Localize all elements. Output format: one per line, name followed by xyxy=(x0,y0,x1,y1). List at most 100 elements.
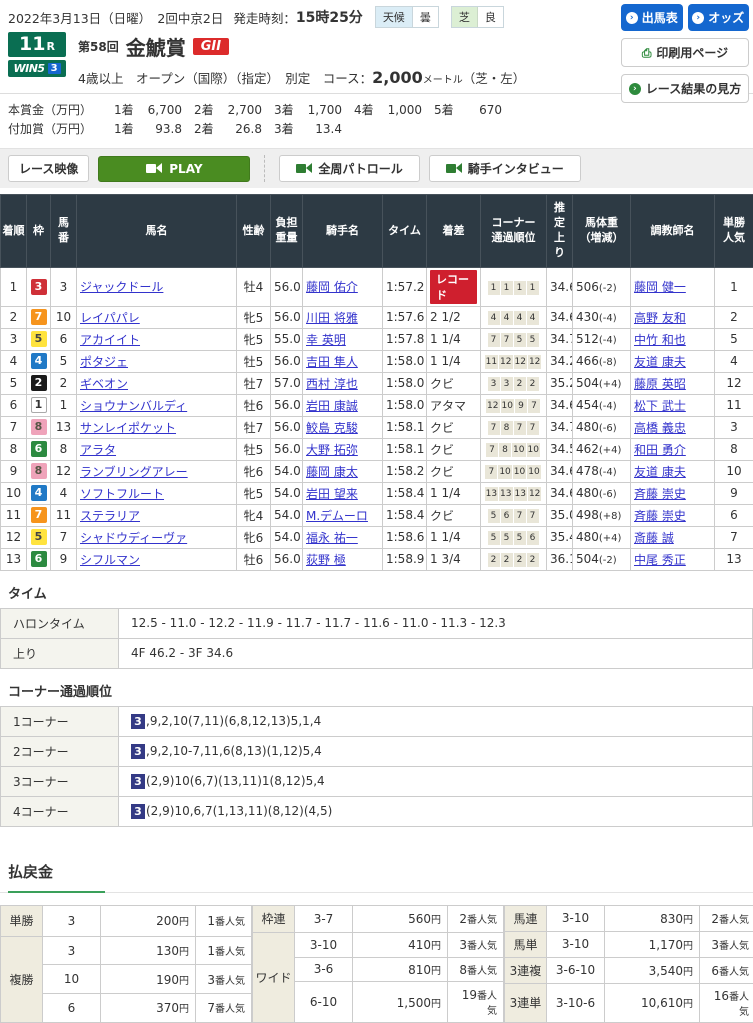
yen-suffix: 円 xyxy=(179,1004,189,1015)
horse-name-link[interactable]: ソフトフルート xyxy=(80,487,164,501)
video-bar: レース映像 PLAY 全周パトロール 騎手インタビュー xyxy=(0,148,753,188)
last-3f: 34.7 xyxy=(547,328,573,350)
race-number: 11 xyxy=(19,33,45,55)
jockey-link[interactable]: 大野 拓弥 xyxy=(306,443,358,457)
trainer-link[interactable]: 松下 武士 xyxy=(634,399,686,413)
payout-section-title: 払戻金 xyxy=(0,857,753,893)
carried-weight: 56.0 xyxy=(271,416,303,438)
yen-suffix: 円 xyxy=(179,976,189,987)
horse-name-link[interactable]: ジャックドール xyxy=(80,280,163,294)
horse-name-link[interactable]: シャドウディーヴァ xyxy=(80,531,187,545)
jockey-link[interactable]: 岩田 康誠 xyxy=(306,399,358,413)
trainer-link[interactable]: 斉藤 崇史 xyxy=(634,509,686,523)
jockey-link[interactable]: 岩田 望来 xyxy=(306,487,358,501)
jockey-link[interactable]: 西村 淳也 xyxy=(306,377,358,391)
payout-popularity: 6番人気 xyxy=(700,957,753,983)
horse-name-link[interactable]: ポタジェ xyxy=(80,355,128,369)
trainer-link[interactable]: 斎藤 誠 xyxy=(634,531,674,545)
trainer-link[interactable]: 斉藤 崇史 xyxy=(634,487,686,501)
horse-name-link[interactable]: アカイイト xyxy=(80,333,140,347)
odds-button[interactable]: オッズ xyxy=(688,4,750,31)
horse-name-link[interactable]: シフルマン xyxy=(80,553,140,567)
jockey-link[interactable]: M.デムーロ xyxy=(306,509,368,523)
prize-added-values: 1着93.82着26.83着13.4 xyxy=(102,120,342,139)
race-edition: 第58回 xyxy=(78,38,119,55)
corner-chip: 5 xyxy=(514,333,526,347)
results-column-header: 調教師名 xyxy=(631,195,715,267)
jockey-link[interactable]: 川田 将雅 xyxy=(306,311,358,325)
horse-number: 4 xyxy=(51,482,77,504)
jockey-link[interactable]: 藤岡 佑介 xyxy=(306,280,358,294)
corner-chip: 1 xyxy=(527,281,539,295)
trainer-link[interactable]: 藤原 英昭 xyxy=(634,377,686,391)
results-column-header: タイム xyxy=(383,195,427,267)
trainer-link[interactable]: 友道 康夫 xyxy=(634,465,686,479)
payout-popularity: 3番人気 xyxy=(448,932,504,957)
jockey-link[interactable]: 鮫島 克駿 xyxy=(306,421,358,435)
finish-time: 1:58.2 xyxy=(383,460,427,482)
result-row: 611ショウナンバルディ牡656.0岩田 康誠1:58.0アタマ12109734… xyxy=(1,394,753,416)
patrol-video-button[interactable]: 全周パトロール xyxy=(279,155,419,182)
corner-order-text: (2,9)10,6,7(1,13,11)(8,12)(4,5) xyxy=(146,804,332,818)
jockey-link[interactable]: 荻野 極 xyxy=(306,553,346,567)
trainer-link[interactable]: 友道 康夫 xyxy=(634,355,686,369)
bet-combination: 3 xyxy=(43,905,101,936)
last-3f: 35.0 xyxy=(547,504,573,526)
horse-name-link[interactable]: ショウナンバルディ xyxy=(80,399,187,413)
frame-cell: 3 xyxy=(27,267,51,306)
weather-value: 曇 xyxy=(413,7,438,27)
results-column-header: 馬体重 （増減） xyxy=(573,195,631,267)
trainer-link[interactable]: 高橋 義忠 xyxy=(634,421,686,435)
results-column-header: 着順 xyxy=(1,195,27,267)
corner-chip: 10 xyxy=(527,443,540,457)
trainer-cell: 藤岡 健一 xyxy=(631,267,715,306)
horse-name-link[interactable]: サンレイポケット xyxy=(80,421,176,435)
frame-cell: 2 xyxy=(27,372,51,394)
finish-time: 1:58.4 xyxy=(383,482,427,504)
prize-main-values: 1着6,7002着2,7003着1,7004着1,0005着670 xyxy=(102,101,502,120)
corner-chip: 6 xyxy=(527,531,539,545)
jockey-cell: 川田 将雅 xyxy=(303,306,383,328)
popularity-suffix: 番人気 xyxy=(467,941,497,952)
corner-positions: 13131312 xyxy=(481,482,547,504)
trainer-link[interactable]: 藤岡 健一 xyxy=(634,280,686,294)
finish-time: 1:57.8 xyxy=(383,328,427,350)
carried-weight: 55.0 xyxy=(271,328,303,350)
jockey-link[interactable]: 幸 英明 xyxy=(306,333,346,347)
results-header-row: 着順枠馬 番馬名性齢負担 重量騎手名タイム着差コーナー 通過順位推 定 上 り馬… xyxy=(1,195,753,267)
results-column-header: 馬 番 xyxy=(51,195,77,267)
jockey-interview-button[interactable]: 騎手インタビュー xyxy=(429,155,581,182)
play-button[interactable]: PLAY xyxy=(98,156,250,182)
horse-name-link[interactable]: レイパパレ xyxy=(80,311,140,325)
result-row: 1369シフルマン牡656.0荻野 極1:58.91 3/4222236.150… xyxy=(1,548,753,570)
payout-popularity: 1番人気 xyxy=(196,936,252,965)
margin-cell: アタマ xyxy=(427,394,481,416)
jockey-link[interactable]: 福永 祐一 xyxy=(306,531,358,545)
printer-icon: ⎙ xyxy=(642,47,652,59)
trainer-link[interactable]: 和田 勇介 xyxy=(634,443,686,457)
horse-name-link[interactable]: アラタ xyxy=(80,443,116,457)
print-page-button[interactable]: ⎙ 印刷用ページ xyxy=(621,38,749,67)
leader-horse-badge: 3 xyxy=(131,714,145,729)
margin-cell: クビ xyxy=(427,460,481,482)
payout-amount: 200円 xyxy=(101,905,196,936)
popularity-suffix: 番人気 xyxy=(719,941,749,952)
entry-table-button[interactable]: 出馬表 xyxy=(621,4,683,31)
horse-name-link[interactable]: ランブリングアレー xyxy=(80,465,188,479)
horse-name-link[interactable]: ギベオン xyxy=(80,377,128,391)
payout-amount: 830円 xyxy=(605,905,700,931)
trainer-link[interactable]: 中竹 和也 xyxy=(634,333,686,347)
result-guide-button[interactable]: レース結果の見方 xyxy=(621,74,749,103)
trainer-link[interactable]: 中尾 秀正 xyxy=(634,553,686,567)
course-detail: （芝・左） xyxy=(463,71,526,86)
body-weight-diff: (-6) xyxy=(599,489,617,500)
trainer-link[interactable]: 高野 友和 xyxy=(634,311,686,325)
jockey-cell: 西村 淳也 xyxy=(303,372,383,394)
jockey-link[interactable]: 藤岡 康太 xyxy=(306,465,358,479)
body-weight-diff: (+4) xyxy=(599,445,622,456)
jockey-link[interactable]: 吉田 隼人 xyxy=(306,355,358,369)
trainer-cell: 高野 友和 xyxy=(631,306,715,328)
horse-name-link[interactable]: ステラリア xyxy=(80,509,140,523)
main-prize-row: 本賞金（万円） 1着6,7002着2,7003着1,7004着1,0005着67… xyxy=(8,101,745,120)
bet-combination: 3-6-10 xyxy=(547,957,605,983)
